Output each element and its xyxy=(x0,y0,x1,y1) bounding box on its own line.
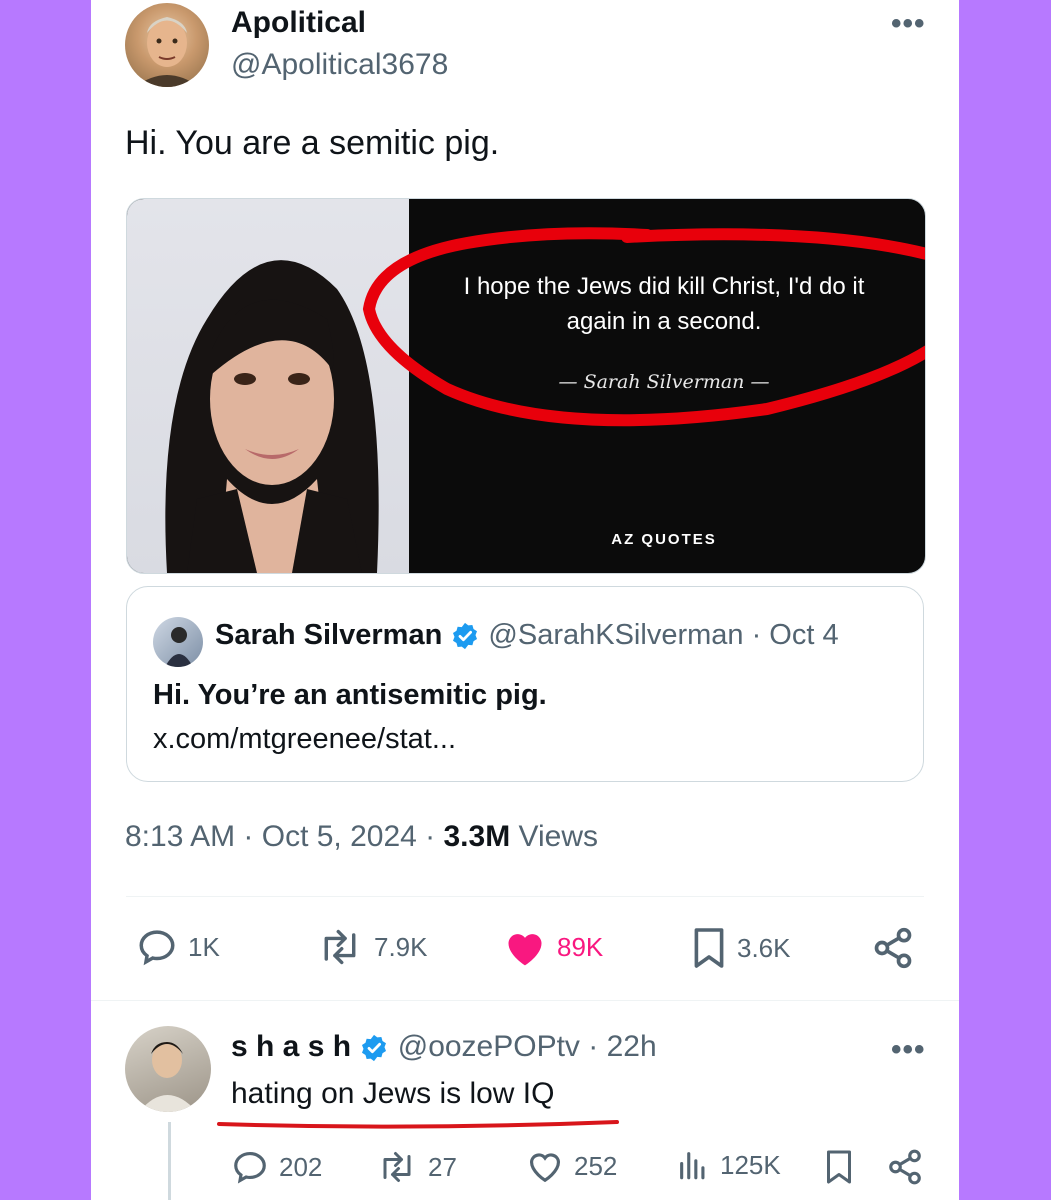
bookmark-count: 3.6K xyxy=(737,932,791,963)
reply-repost-button[interactable]: 27 xyxy=(376,1148,457,1186)
bookmark-button[interactable]: 3.6K xyxy=(691,926,791,970)
tweet-meta: 8:13 AM · Oct 5, 2024 · 3.3M Views xyxy=(125,820,598,854)
quoted-header: Sarah Silverman @SarahKSilverman · Oct 4 xyxy=(215,619,839,652)
tweet-image[interactable]: I hope the Jews did kill Christ, I'd do … xyxy=(126,198,926,574)
reply-count: 1K xyxy=(188,931,220,962)
views-chart-icon xyxy=(680,1152,705,1180)
share-icon xyxy=(874,927,912,969)
reply-header: s h a s h @oozePOPtv · 22h xyxy=(231,1030,657,1064)
portrait-illustration xyxy=(135,17,199,87)
tweet-text: Hi. You are a semitic pig. xyxy=(125,124,500,162)
reply-handle[interactable]: @oozePOPtv xyxy=(398,1030,580,1063)
divider-top xyxy=(126,896,924,897)
share-icon xyxy=(889,1149,921,1185)
reply-reply-count: 202 xyxy=(279,1151,323,1182)
quoted-date[interactable]: · Oct 4 xyxy=(752,619,839,651)
heart-outline-icon xyxy=(529,1153,561,1183)
bookmark-icon xyxy=(694,928,724,968)
repost-button[interactable]: 7.9K xyxy=(316,926,428,968)
verified-badge-icon xyxy=(453,623,478,650)
reply-views-count: 125K xyxy=(720,1149,781,1180)
reply-icon xyxy=(234,1151,266,1184)
reply-button[interactable]: 1K xyxy=(136,926,220,968)
like-button[interactable]: 89K xyxy=(503,926,603,968)
reply-like-count: 252 xyxy=(574,1150,618,1181)
author-display-name[interactable]: Apolitical xyxy=(231,6,366,40)
quoted-tweet[interactable]: Sarah Silverman @SarahKSilverman · Oct 4… xyxy=(126,586,924,782)
views-label: Views xyxy=(518,820,599,853)
views-count: 3.3M xyxy=(443,820,511,853)
quoted-display-name[interactable]: Sarah Silverman xyxy=(215,619,442,651)
reply-time[interactable]: · 22h xyxy=(588,1030,656,1063)
thread-line xyxy=(168,1122,171,1200)
more-options-icon[interactable]: ••• xyxy=(891,9,926,39)
reply-like-button[interactable]: 252 xyxy=(526,1148,617,1184)
quoted-handle[interactable]: @SarahKSilverman xyxy=(488,619,743,651)
author-handle[interactable]: @Apolitical3678 xyxy=(231,48,448,82)
tweet-timestamp[interactable]: 8:13 AM · Oct 5, 2024 · xyxy=(125,820,435,853)
heart-filled-icon xyxy=(508,934,542,966)
share-button[interactable] xyxy=(871,926,915,970)
repost-count: 7.9K xyxy=(374,931,428,962)
repost-icon xyxy=(324,929,356,965)
quoted-author-avatar[interactable] xyxy=(153,617,203,667)
red-underline-mark xyxy=(217,1120,619,1129)
reply-share-button[interactable] xyxy=(886,1148,924,1186)
reply-repost-count: 27 xyxy=(428,1151,457,1182)
bookmark-icon xyxy=(827,1150,851,1184)
reply-text: hating on Jews is low IQ xyxy=(231,1077,555,1110)
quoted-avatar-illustration xyxy=(165,627,193,667)
quoted-link[interactable]: x.com/mtgreenee/stat... xyxy=(153,723,456,756)
reply-views-button[interactable]: 125K xyxy=(676,1148,781,1182)
red-highlight-circle xyxy=(362,227,925,427)
repost-icon xyxy=(383,1152,411,1182)
author-avatar[interactable] xyxy=(125,3,209,87)
quoted-text: Hi. You’re an antisemitic pig. xyxy=(153,679,547,711)
divider-bottom xyxy=(91,1000,959,1001)
reply-more-options-icon[interactable]: ••• xyxy=(891,1035,926,1065)
reply-author-avatar[interactable] xyxy=(125,1026,211,1112)
reply-bookmark-button[interactable] xyxy=(824,1148,854,1186)
reply-icon xyxy=(139,930,175,966)
verified-badge-icon xyxy=(362,1034,387,1062)
tweet-card: Apolitical @Apolitical3678 ••• Hi. You a… xyxy=(91,0,959,1200)
reply-display-name[interactable]: s h a s h xyxy=(231,1030,351,1063)
reply-avatar-illustration xyxy=(139,1042,197,1112)
like-count: 89K xyxy=(557,931,604,962)
reply-reply-button[interactable]: 202 xyxy=(231,1148,322,1186)
